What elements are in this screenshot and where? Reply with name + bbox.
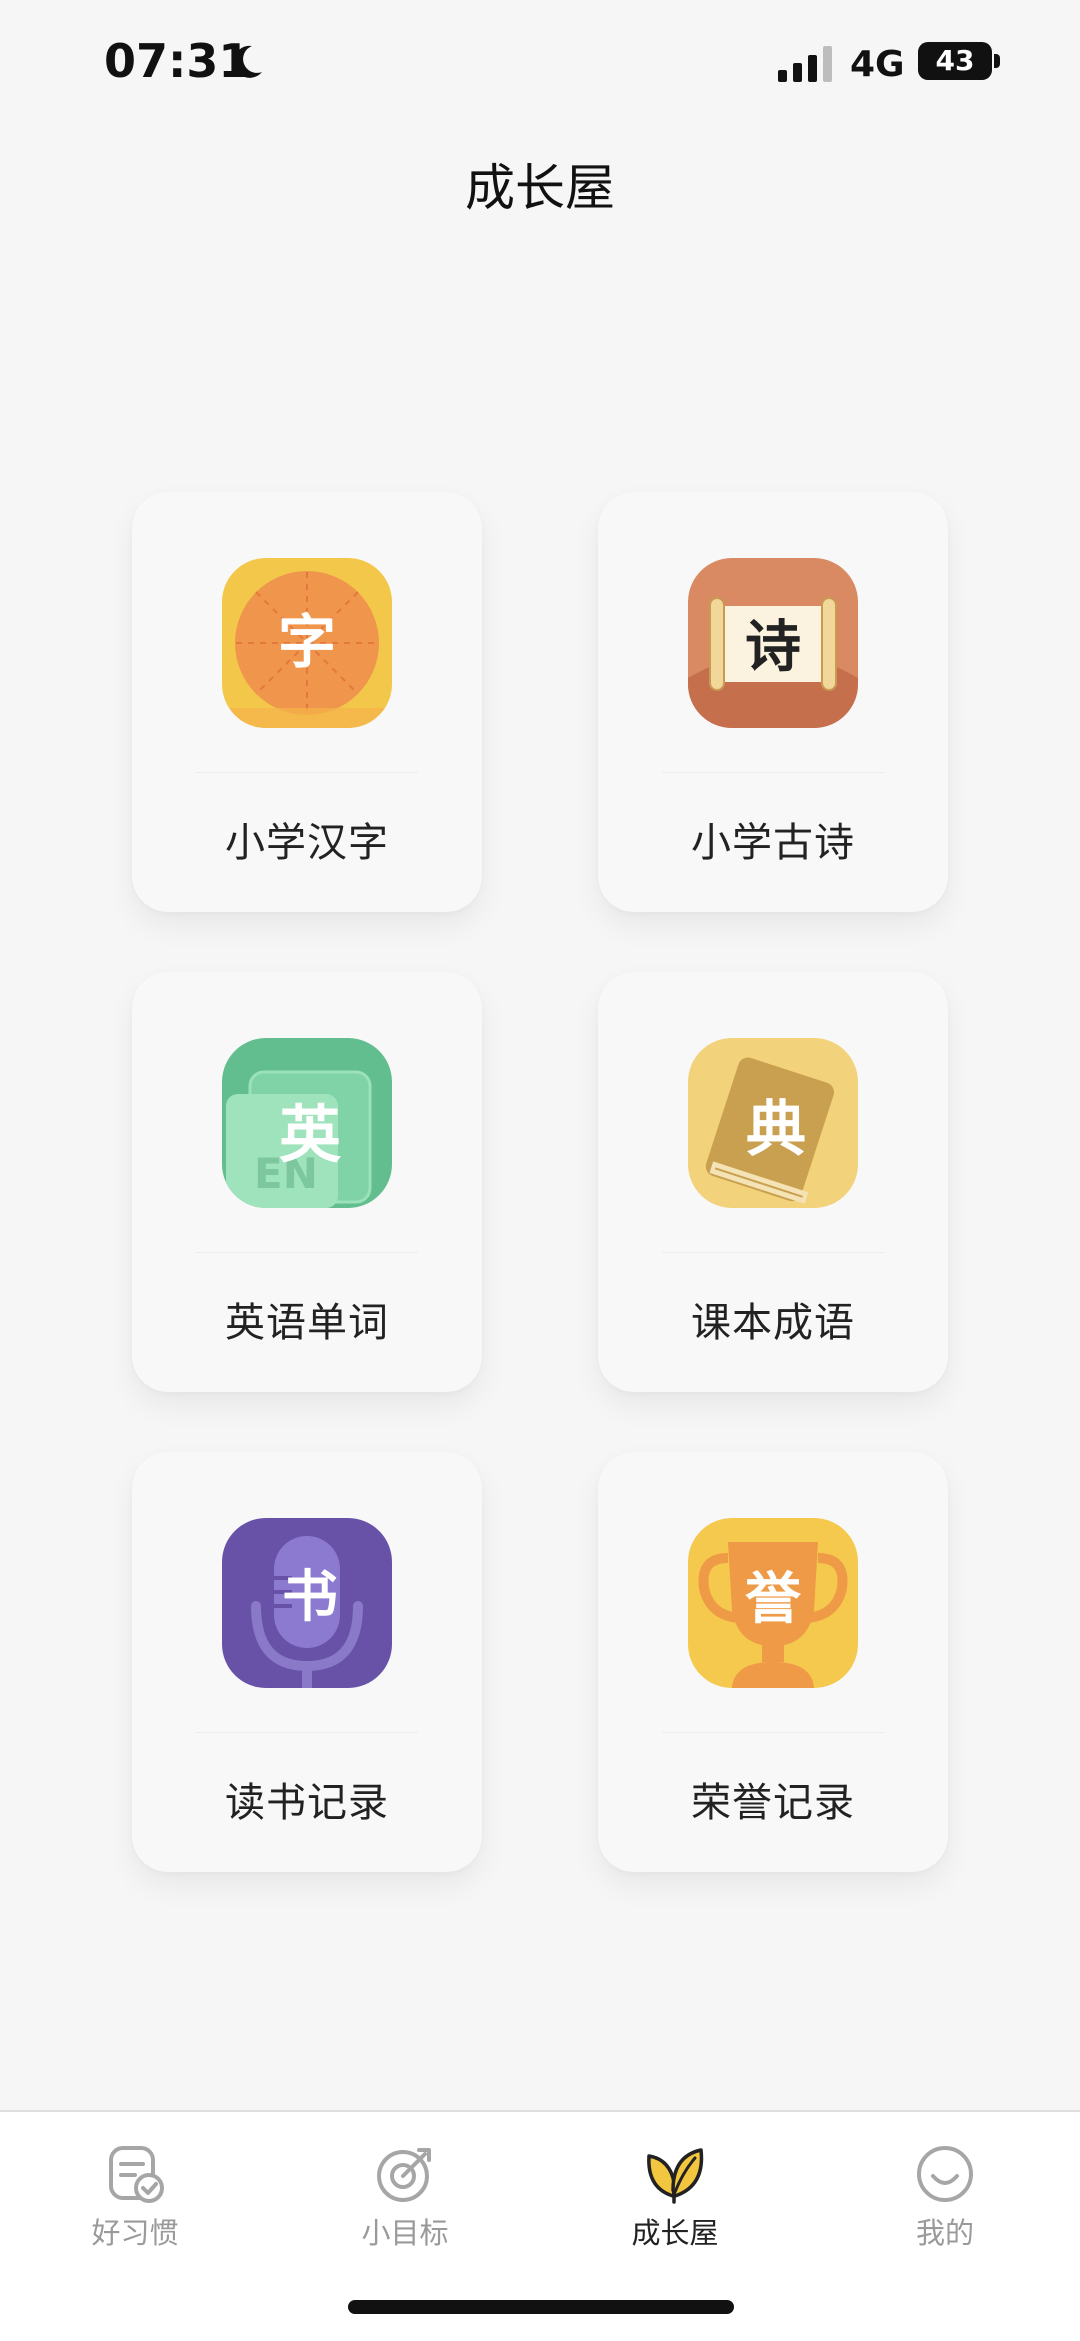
card-reading[interactable]: 书 读书记录 (132, 1452, 482, 1872)
card-hanzi[interactable]: 字 小学汉字 (132, 492, 482, 912)
microphone-icon: 书 (222, 1518, 392, 1688)
card-honor[interactable]: 誉 荣誉记录 (598, 1452, 948, 1872)
card-label: 英语单词 (225, 1300, 389, 1346)
target-icon (377, 2148, 431, 2202)
card-poem[interactable]: 诗 小学古诗 (598, 492, 948, 912)
card-label: 荣誉记录 (691, 1780, 855, 1826)
trophy-icon: 誉 (688, 1518, 858, 1688)
tab-label: 成长屋 (631, 2216, 719, 2250)
tab-label: 我的 (915, 2216, 974, 2250)
battery-level: 43 (935, 44, 975, 77)
card-label: 小学汉字 (225, 820, 389, 866)
card-english[interactable]: EN 英 英语单词 (132, 972, 482, 1392)
tab-label: 小目标 (361, 2216, 449, 2250)
checklist-icon (109, 2146, 164, 2203)
english-book-icon: EN 英 (222, 1038, 392, 1208)
svg-text:誉: 誉 (745, 1566, 802, 1632)
card-label: 读书记录 (225, 1780, 389, 1826)
page-title: 成长屋 (465, 159, 615, 217)
svg-text:诗: 诗 (745, 614, 801, 680)
svg-text:书: 书 (282, 1564, 338, 1630)
tab-growth-house[interactable]: 成长屋 (540, 2132, 810, 2262)
tab-goals[interactable]: 小目标 (270, 2132, 540, 2262)
battery-icon: 43 (918, 42, 1000, 80)
dictionary-icon: 典 (688, 1038, 858, 1208)
card-idiom[interactable]: 典 课本成语 (598, 972, 948, 1392)
moon-icon (233, 45, 262, 78)
svg-text:字: 字 (278, 608, 336, 676)
svg-text:典: 典 (746, 1095, 806, 1165)
status-bar: 07:31 4G 43 (0, 0, 1080, 130)
hanzi-icon: 字 (222, 558, 392, 728)
card-label: 课本成语 (691, 1300, 855, 1346)
tab-mine[interactable]: 我的 (810, 2132, 1080, 2262)
home-indicator[interactable] (348, 2300, 734, 2314)
poem-scroll-icon: 诗 (688, 558, 858, 728)
smile-icon (917, 2146, 973, 2202)
network-type: 4G (850, 44, 905, 85)
card-label: 小学古诗 (691, 820, 855, 866)
signal-icon (778, 46, 832, 82)
tab-label: 好习惯 (91, 2216, 179, 2250)
leaf-icon (647, 2148, 704, 2204)
svg-text:英: 英 (279, 1098, 342, 1171)
tab-habits[interactable]: 好习惯 (0, 2132, 270, 2262)
